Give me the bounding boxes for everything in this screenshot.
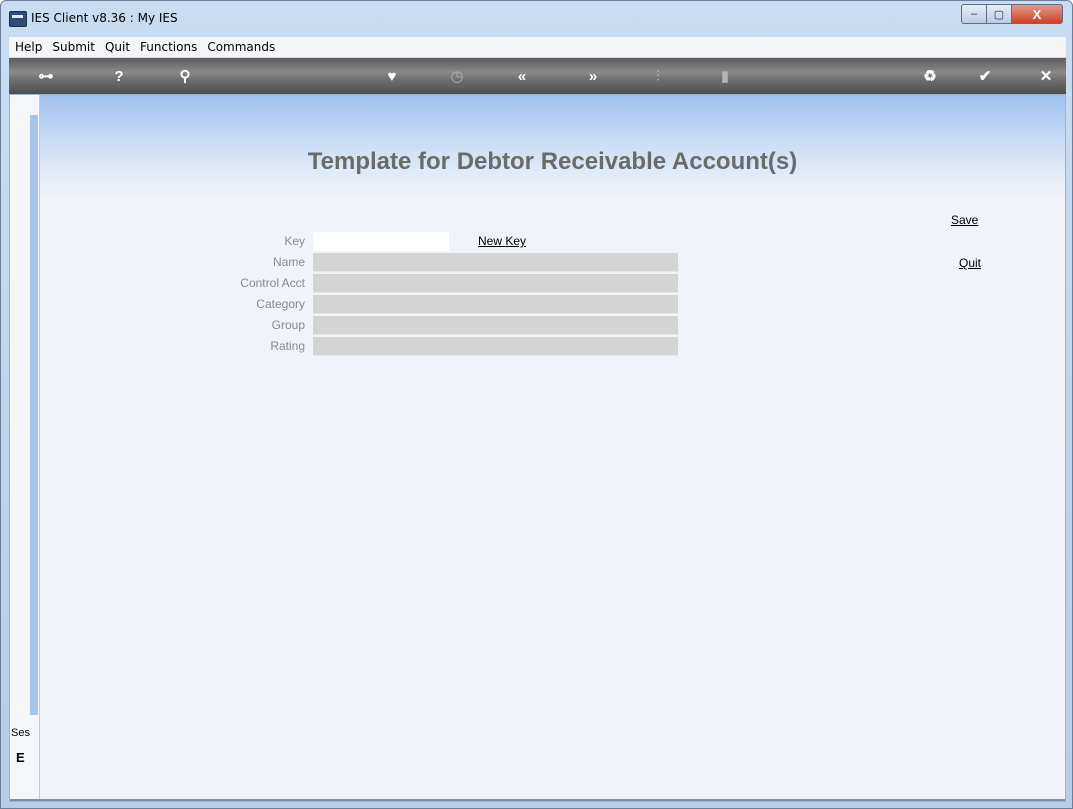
check-icon[interactable]: ✔	[974, 66, 996, 86]
name-label: Name	[272, 255, 305, 269]
menu-quit[interactable]: Quit	[101, 40, 134, 54]
group-label: Group	[271, 318, 305, 332]
menu-commands[interactable]: Commands	[203, 40, 279, 54]
control-acct-label: Control Acct	[240, 276, 305, 290]
forward-icon[interactable]: »	[582, 66, 604, 86]
sidebar-accent	[30, 115, 38, 715]
key-label: Key	[284, 234, 305, 248]
close-window-icon: X	[1032, 6, 1042, 22]
clock-icon[interactable]: ◷	[446, 66, 468, 86]
key-icon[interactable]: ⊶	[35, 66, 57, 86]
menu-functions[interactable]: Functions	[136, 40, 201, 54]
category-field[interactable]	[313, 295, 678, 314]
window-title: IES Client v8.36 : My IES	[31, 11, 178, 25]
page-title: Template for Debtor Receivable Account(s…	[307, 148, 798, 175]
new-key-link[interactable]: New Key	[478, 234, 526, 248]
session-sidebar: Ses E	[10, 95, 40, 801]
client-area: Ses E Template for Debtor Receivable Acc…	[9, 94, 1066, 802]
minimize-button[interactable]: –	[961, 4, 987, 24]
close-icon[interactable]: ✕	[1035, 66, 1057, 86]
app-window: IES Client v8.36 : My IES – ▢ X Help Sub…	[0, 0, 1073, 809]
save-link[interactable]: Save	[951, 213, 978, 227]
category-label: Category	[256, 297, 305, 311]
back-icon[interactable]: «	[511, 66, 533, 86]
menu-help[interactable]: Help	[11, 40, 46, 54]
maximize-button[interactable]: ▢	[986, 4, 1012, 24]
maximize-icon: ▢	[993, 8, 1005, 21]
help-icon[interactable]: ?	[108, 66, 130, 86]
toolbar: ⊶ ? ⚲ ♥ ◷ « » ⫶ ▮ ♻ ✔ ✕	[9, 58, 1066, 94]
bottom-border	[10, 799, 1065, 801]
film-icon[interactable]: ▮	[714, 66, 736, 86]
recycle-icon[interactable]: ♻	[919, 66, 941, 86]
search-icon[interactable]: ⚲	[174, 66, 196, 86]
key-input[interactable]	[313, 232, 449, 251]
heart-icon[interactable]: ♥	[381, 66, 403, 86]
title-bar: IES Client v8.36 : My IES – ▢ X	[1, 1, 1072, 37]
app-icon[interactable]	[9, 11, 27, 27]
rating-label: Rating	[270, 339, 305, 353]
group-field[interactable]	[313, 316, 678, 335]
minimize-icon: –	[970, 8, 978, 20]
control-acct-field[interactable]	[313, 274, 678, 293]
tools-icon[interactable]: ⫶	[647, 66, 669, 86]
quit-link[interactable]: Quit	[959, 256, 981, 270]
name-field[interactable]	[313, 253, 678, 272]
menu-bar: Help Submit Quit Functions Commands	[9, 37, 1066, 58]
rating-field[interactable]	[313, 337, 678, 356]
session-label[interactable]: Ses	[11, 727, 30, 739]
menu-submit[interactable]: Submit	[48, 40, 99, 54]
session-icon[interactable]: E	[16, 750, 25, 765]
close-window-button[interactable]: X	[1011, 4, 1063, 24]
